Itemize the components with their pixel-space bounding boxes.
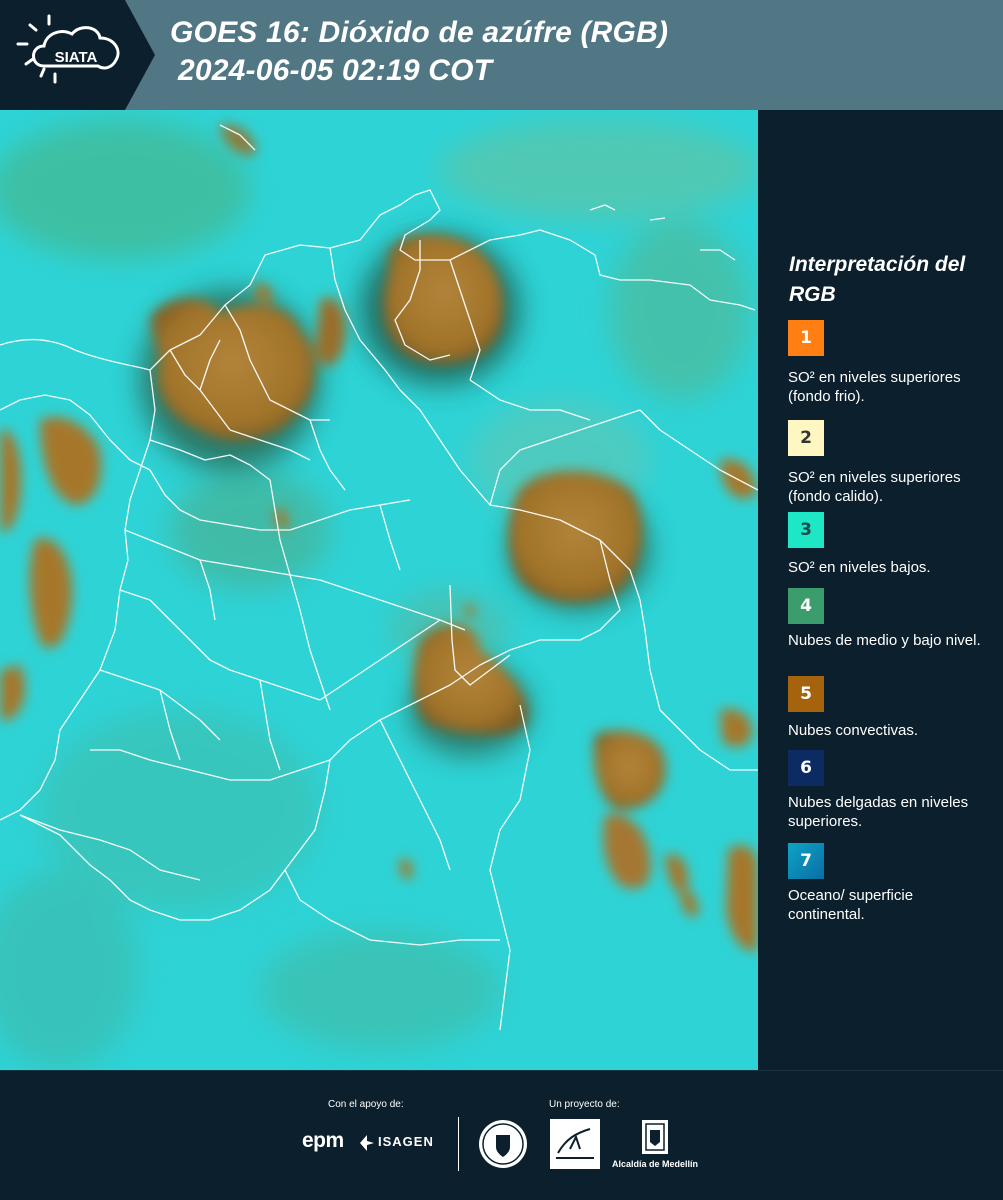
legend-label-6: Nubes delgadas en niveles superiores. (788, 794, 969, 830)
legend-number-5: 5 (800, 684, 812, 704)
alcaldia-shield-icon (642, 1120, 668, 1154)
legend-item-6: 6 Nubes delgadas en niveles superiores. (788, 750, 993, 831)
legend-number-2: 2 (800, 428, 812, 448)
isagen-logo: ISAGEN (378, 1134, 434, 1149)
siata-logo: SIATA (0, 0, 155, 110)
legend-item-5: 5 Nubes convectivas. (788, 676, 993, 740)
legend-item-7: 7 Oceano/ superficie continental. (788, 843, 993, 924)
legend-swatch-4: 4 (788, 588, 824, 624)
legend-item-1: 1 SO² en niveles superiores (fondo frio)… (788, 320, 993, 406)
legend-label-5: Nubes convectivas. (788, 722, 919, 739)
area-metropolitana-logo (550, 1119, 600, 1169)
legend-swatch-6: 6 (788, 750, 824, 786)
header-bar: SIATA GOES 16: Dióxido de azúfre (RGB) 2… (0, 0, 1003, 110)
legend-label-4: Nubes de medio y bajo nivel. (788, 632, 981, 649)
epm-logo: epm (302, 1129, 344, 1152)
isagen-icon (360, 1135, 374, 1151)
legend-label-1: SO² en niveles superiores (fondo frio). (788, 369, 961, 405)
legend-label-7: Oceano/ superficie continental. (788, 887, 914, 923)
legend-number-1: 1 (800, 328, 812, 348)
legend-swatch-5: 5 (788, 676, 824, 712)
legend-number-7: 7 (800, 851, 812, 871)
satellite-map[interactable] (0, 110, 758, 1070)
footer: Con el apoyo de: Un proyecto de: epm ISA… (0, 1070, 1003, 1200)
title-product: GOES 16: Dióxido de azúfre (RGB) (170, 16, 669, 49)
footer-divider (458, 1117, 459, 1171)
legend-item-2: 2 SO² en niveles superiores (fondo calid… (788, 420, 993, 525)
legend-item-3: 3 SO² en niveles bajos. (788, 512, 993, 577)
legend-number-3: 3 (800, 520, 812, 540)
support-label: Con el apoyo de: (328, 1099, 404, 1110)
project-label: Un proyecto de: (549, 1099, 620, 1110)
legend-swatch-2: 2 (788, 420, 824, 456)
alcaldia-label: Alcaldía de Medellín (612, 1159, 699, 1169)
legend-title: Interpretación del RGB (789, 253, 966, 306)
title-timestamp: 2024-06-05 02:19 COT (178, 54, 493, 87)
legend-swatch-3: 3 (788, 512, 824, 548)
legend-swatch-1: 1 (788, 320, 824, 356)
logo-text: SIATA (55, 49, 98, 66)
legend-number-4: 4 (800, 596, 812, 616)
legend-swatch-7: 7 (788, 843, 824, 879)
university-seal-icon (479, 1120, 527, 1168)
legend-item-4: 4 Nubes de medio y bajo nivel. (788, 588, 993, 650)
legend-label-3: SO² en niveles bajos. (788, 559, 931, 576)
legend-number-6: 6 (800, 758, 812, 778)
page-title: GOES 16: Dióxido de azúfre (RGB) 2024-06… (170, 14, 668, 90)
legend-panel: Interpretación del RGB 1 SO² en niveles … (760, 110, 1003, 1070)
